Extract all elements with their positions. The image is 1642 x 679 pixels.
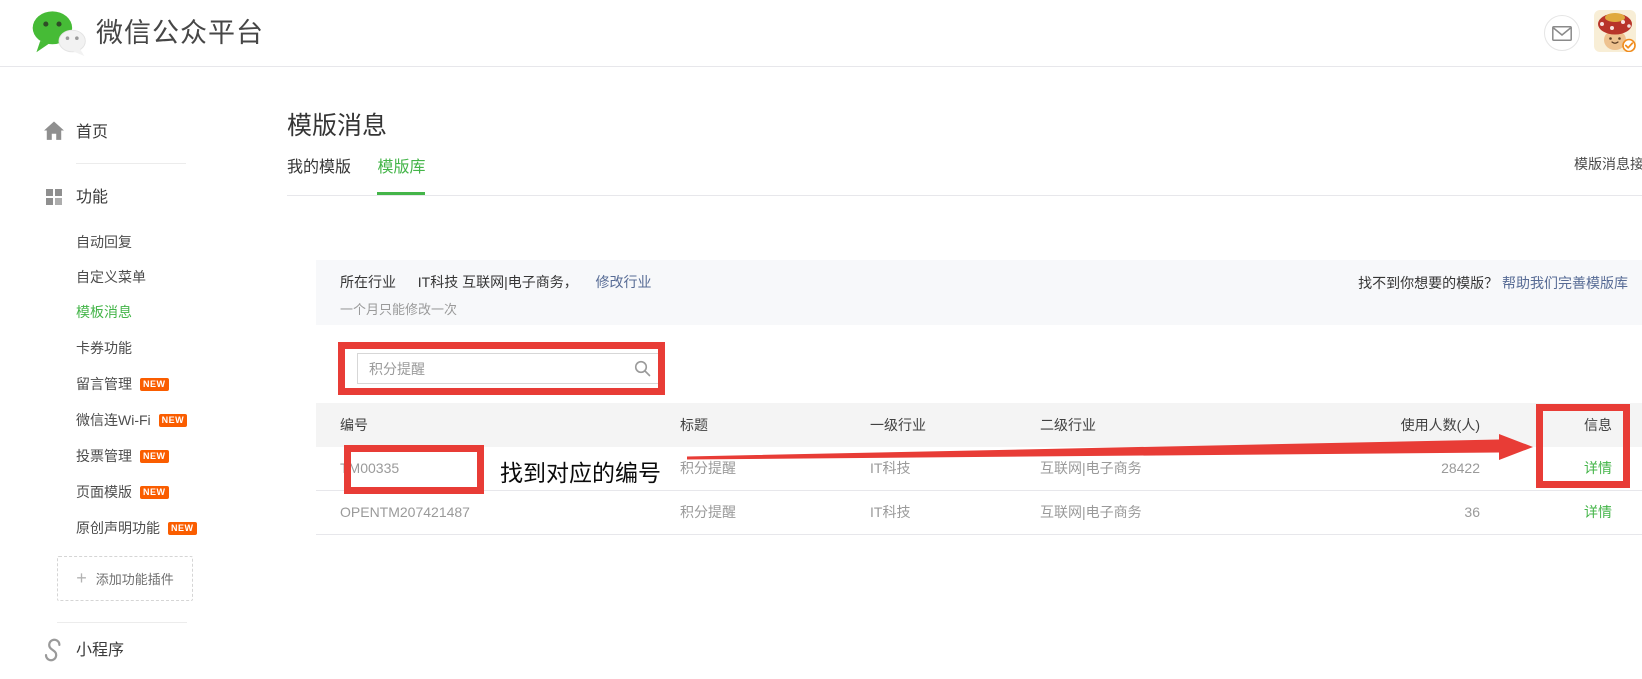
tab-template-library[interactable]: 模版库 [377, 148, 425, 195]
search-input[interactable] [357, 353, 659, 384]
avatar[interactable] [1594, 10, 1636, 52]
sidebar-item-label: 卡券功能 [76, 340, 132, 356]
sidebar-item-label: 自动回复 [76, 234, 132, 250]
new-badge: NEW [159, 414, 188, 427]
details-link[interactable]: 详情 [1584, 504, 1612, 520]
industry-note: 一个月只能修改一次 [340, 299, 1642, 318]
sidebar-section-label[interactable]: 功能 [76, 186, 108, 210]
wechat-logo-icon [30, 10, 88, 57]
cell-template-id: TM00335 [316, 447, 680, 490]
cell-industry-l2: 互联网|电子商务 [1040, 491, 1340, 534]
sidebar-item-label: 微信连Wi-Fi [76, 412, 151, 428]
sidebar-divider [76, 163, 186, 164]
sidebar-item-wifi[interactable]: 微信连Wi-Fi NEW [76, 409, 187, 431]
tab-my-templates[interactable]: 我的模版 [287, 148, 351, 192]
new-badge: NEW [140, 486, 169, 499]
new-badge: NEW [140, 450, 169, 463]
help-block: 找不到你想要的模版？ 帮助我们完善模版库 [1358, 273, 1628, 293]
improve-library-link[interactable]: 帮助我们完善模版库 [1502, 275, 1628, 291]
cell-users: 36 [1340, 491, 1500, 534]
cell-industry-l2: 互联网|电子商务 [1040, 447, 1340, 490]
col-header-title: 标题 [680, 403, 870, 447]
sidebar-item-card-coupon[interactable]: 卡券功能 [76, 337, 132, 359]
sidebar-item-label: 模板消息 [76, 304, 132, 320]
sidebar-item-page-template[interactable]: 页面模版 NEW [76, 481, 169, 503]
edit-industry-link[interactable]: 修改行业 [596, 274, 652, 290]
sidebar-item-auto-reply[interactable]: 自动回复 [76, 231, 132, 253]
cell-users: 28422 [1340, 447, 1500, 490]
sidebar-divider [57, 622, 187, 623]
sidebar-item-message-management[interactable]: 留言管理 NEW [76, 373, 169, 395]
help-question: 找不到你想要的模版？ [1358, 275, 1498, 291]
sidebar-item-label: 原创声明功能 [76, 520, 160, 536]
table-row: TM00335 积分提醒 IT科技 互联网|电子商务 28422 详情 [316, 447, 1642, 491]
industry-bar: 所在行业 IT科技 互联网|电子商务， 修改行业 一个月只能修改一次 找不到你想… [316, 260, 1642, 325]
tab-bar: 我的模版 模版库 [287, 148, 1642, 196]
miniprogram-icon [40, 638, 64, 662]
details-link[interactable]: 详情 [1584, 460, 1612, 476]
sidebar-item-voting[interactable]: 投票管理 NEW [76, 445, 169, 467]
mail-button[interactable] [1544, 15, 1580, 51]
industry-value: IT科技 互联网|电子商务， [418, 274, 578, 290]
cell-template-title: 积分提醒 [680, 491, 870, 534]
col-header-industry-l2: 二级行业 [1040, 403, 1340, 447]
cell-template-id: OPENTM207421487 [316, 491, 680, 534]
cell-industry-l1: IT科技 [870, 447, 1040, 490]
grid-icon [46, 189, 62, 205]
top-bar: 微信公众平台 [0, 0, 1642, 67]
template-message-api-link[interactable]: 模版消息接口 [1574, 154, 1642, 174]
sidebar-item-label: 页面模版 [76, 484, 132, 500]
template-table: 编号 标题 一级行业 二级行业 使用人数(人) 信息 TM00335 积分提醒 … [316, 403, 1642, 535]
new-badge: NEW [168, 522, 197, 535]
page-title: 模版消息 [287, 106, 387, 142]
mail-icon [1552, 26, 1572, 41]
wechat-mp-screen: 微信公众平台 [0, 0, 1642, 679]
plus-icon: + [76, 568, 87, 589]
table-row: OPENTM207421487 积分提醒 IT科技 互联网|电子商务 36 详情 [316, 491, 1642, 535]
cell-template-title: 积分提醒 [680, 447, 870, 490]
add-plugin-button[interactable]: + 添加功能插件 [57, 556, 193, 601]
col-header-id: 编号 [316, 403, 680, 447]
sidebar-item-label: 自定义菜单 [76, 269, 146, 285]
miniprogram-label[interactable]: 小程序 [76, 639, 124, 663]
col-header-users: 使用人数(人) [1340, 403, 1500, 447]
col-header-info: 信息 [1500, 403, 1642, 447]
table-header-row: 编号 标题 一级行业 二级行业 使用人数(人) 信息 [316, 403, 1642, 447]
main-content: 模版消息 我的模版 模版库 模版消息接口 所在行业 IT科技 互联网|电子商务，… [287, 66, 1642, 679]
sidebar-item-template-message[interactable]: 模板消息 [76, 301, 132, 323]
search-icon[interactable] [634, 360, 651, 377]
sidebar-home-label[interactable]: 首页 [76, 121, 108, 145]
cell-industry-l1: IT科技 [870, 491, 1040, 534]
col-header-industry-l1: 一级行业 [870, 403, 1040, 447]
sidebar: 首页 功能 自动回复 自定义菜单 模板消息 卡券功能 留言管理 NEW 微信连Wi… [0, 66, 280, 679]
sidebar-item-label: 投票管理 [76, 448, 132, 464]
industry-label: 所在行业 [340, 274, 396, 290]
sidebar-item-original-statement[interactable]: 原创声明功能 NEW [76, 517, 197, 539]
home-icon [44, 121, 64, 141]
sidebar-item-label: 留言管理 [76, 376, 132, 392]
brand-title: 微信公众平台 [96, 0, 264, 66]
add-plugin-label: 添加功能插件 [96, 569, 174, 588]
sidebar-item-custom-menu[interactable]: 自定义菜单 [76, 266, 146, 288]
new-badge: NEW [140, 378, 169, 391]
